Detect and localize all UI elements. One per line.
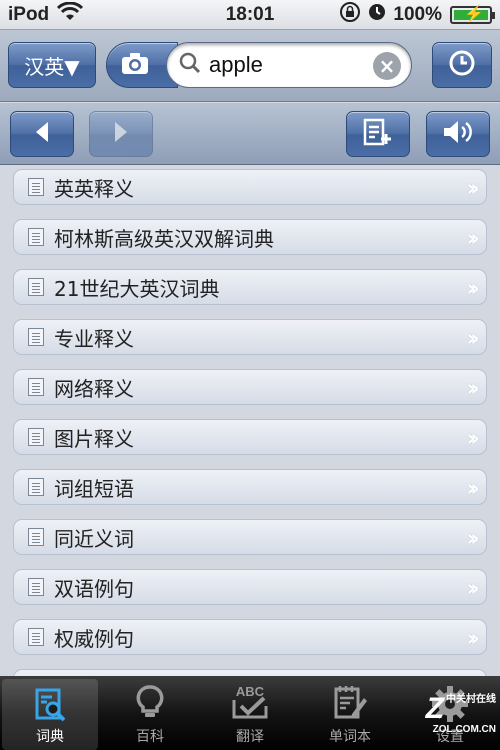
rotation-lock-icon xyxy=(339,1,361,29)
list-item-partial[interactable] xyxy=(13,669,487,676)
watermark-line2: ZOL.COM.CN xyxy=(432,724,496,735)
arrow-left-icon xyxy=(32,120,52,148)
tab-translate[interactable]: ABC 翻译 xyxy=(200,676,300,750)
double-chevron-right-icon: ›› xyxy=(466,624,480,652)
document-icon xyxy=(28,378,44,396)
tab-bar: 词典 百科 ABC 翻译 单词本 设置 Z 中关村在线 ZOL.COM.CN xyxy=(0,676,500,750)
clear-search-button[interactable]: × xyxy=(373,52,401,80)
dictionary-search-icon xyxy=(32,687,68,727)
document-icon xyxy=(28,178,44,196)
search-icon xyxy=(179,52,201,78)
double-chevron-right-icon: ›› xyxy=(466,174,480,202)
list-item-label: 柯林斯高级英汉双解词典 xyxy=(54,226,274,251)
document-icon xyxy=(28,628,44,646)
status-bar: iPod 18:01 100% ⚡ xyxy=(0,0,500,30)
arrow-right-icon xyxy=(111,120,131,148)
double-chevron-right-icon: ›› xyxy=(466,424,480,452)
tab-label: 翻译 xyxy=(236,729,264,745)
list-item[interactable]: 双语例句 ›› xyxy=(13,569,487,605)
status-bar-right: 100% ⚡ xyxy=(339,1,495,29)
abc-check-icon: ABC xyxy=(230,684,270,724)
list-item-label: 英英释义 xyxy=(54,176,134,201)
list-item[interactable]: 图片释义 ›› xyxy=(13,419,487,455)
document-icon xyxy=(28,578,44,596)
wifi-icon xyxy=(57,1,84,28)
speaker-icon xyxy=(441,118,475,150)
watermark-line1: 中关村在线 xyxy=(446,694,496,705)
tab-label: 百科 xyxy=(136,729,164,745)
list-item-label: 权威例句 xyxy=(54,626,134,651)
search-field[interactable]: × xyxy=(166,42,412,88)
tab-encyclopedia[interactable]: 百科 xyxy=(100,676,200,750)
list-item-label: 同近义词 xyxy=(54,526,134,551)
tab-wordbook[interactable]: 单词本 xyxy=(300,676,400,750)
list-item[interactable]: 专业释义 ›› xyxy=(13,319,487,355)
forward-button[interactable] xyxy=(89,111,153,157)
list-item-label: 词组短语 xyxy=(54,476,134,501)
double-chevron-right-icon: ›› xyxy=(466,574,480,602)
double-chevron-right-icon: ›› xyxy=(466,224,480,252)
clock-icon xyxy=(448,49,476,81)
list-item-label: 专业释义 xyxy=(54,326,134,351)
notebook-pencil-icon xyxy=(332,684,368,724)
document-icon xyxy=(28,278,44,296)
list-item[interactable]: 网络释义 ›› xyxy=(13,369,487,405)
pronounce-button[interactable] xyxy=(426,111,490,157)
search-bar: 汉英▼ × xyxy=(0,30,500,102)
watermark-z: Z xyxy=(425,692,444,725)
document-icon xyxy=(28,228,44,246)
toolbar xyxy=(0,103,500,165)
alarm-icon xyxy=(367,2,387,28)
double-chevron-right-icon: ›› xyxy=(466,374,480,402)
list-item-label: 双语例句 xyxy=(54,576,134,601)
list-item-label: 图片释义 xyxy=(54,426,134,451)
list-item[interactable]: 柯林斯高级英汉双解词典 ›› xyxy=(13,219,487,255)
list-item-label: 网络释义 xyxy=(54,376,134,401)
battery-percent: 100% xyxy=(393,3,442,25)
list-item[interactable]: 权威例句 ›› xyxy=(13,619,487,655)
tab-dictionary[interactable]: 词典 xyxy=(2,679,98,750)
status-bar-left: iPod xyxy=(8,1,84,28)
carrier-label: iPod xyxy=(8,3,50,25)
document-icon xyxy=(28,478,44,496)
lightbulb-icon xyxy=(132,684,168,724)
list-item[interactable]: 英英释义 ›› xyxy=(13,169,487,205)
list-item-label: 21世纪大英汉词典 xyxy=(54,276,220,301)
document-icon xyxy=(28,528,44,546)
back-button[interactable] xyxy=(10,111,74,157)
close-icon: × xyxy=(378,54,396,78)
add-note-icon xyxy=(362,118,394,150)
add-to-wordbook-button[interactable] xyxy=(346,111,410,157)
list-item[interactable]: 21世纪大英汉词典 ›› xyxy=(13,269,487,305)
language-switch-button[interactable]: 汉英▼ xyxy=(8,42,96,88)
camera-icon xyxy=(120,51,150,79)
history-button[interactable] xyxy=(432,42,492,88)
double-chevron-right-icon: ›› xyxy=(466,524,480,552)
watermark-logo: Z 中关村在线 ZOL.COM.CN xyxy=(426,694,496,736)
tab-label: 单词本 xyxy=(329,729,371,745)
double-chevron-right-icon: ›› xyxy=(466,324,480,352)
list-item[interactable]: 词组短语 ›› xyxy=(13,469,487,505)
double-chevron-right-icon: ›› xyxy=(466,474,480,502)
result-sections-list: 英英释义 ›› 柯林斯高级英汉双解词典 ›› 21世纪大英汉词典 ›› 专业释义 ›› … xyxy=(0,166,500,676)
double-chevron-right-icon: ›› xyxy=(466,274,480,302)
svg-text:ABC: ABC xyxy=(236,684,265,699)
battery-icon: ⚡ xyxy=(450,5,495,24)
search-input[interactable] xyxy=(209,52,369,78)
tab-label: 词典 xyxy=(36,729,64,745)
list-item[interactable]: 同近义词 ›› xyxy=(13,519,487,555)
document-icon xyxy=(28,328,44,346)
document-icon xyxy=(28,428,44,446)
